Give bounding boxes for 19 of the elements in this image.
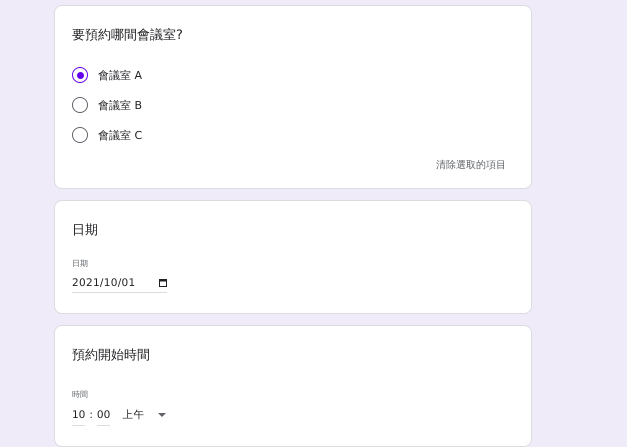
hour-field[interactable]: 10 [72,409,86,426]
field-label: 日期 [72,258,88,269]
question-title: 要預約哪間會議室? [72,27,183,44]
question-title: 預約開始時間 [72,347,150,364]
option-label[interactable]: 會議室 B [98,98,142,112]
date-field[interactable]: 2021/10/01 [72,277,167,293]
field-label: 時間 [72,389,88,400]
option-label[interactable]: 會議室 C [98,128,142,142]
period-dropdown[interactable]: 上午 [122,408,144,422]
caret-icon[interactable] [158,413,166,417]
radio-button[interactable] [72,97,88,113]
minute-field[interactable]: 00 [96,409,110,426]
calendar-icon[interactable] [159,279,167,287]
clear-selection-button[interactable]: 清除選取的項目 [436,158,506,172]
option-label[interactable]: 會議室 A [98,68,142,82]
radio-button[interactable] [72,127,88,143]
radio-button[interactable] [72,67,88,83]
question-title: 日期 [72,222,98,239]
time-separator: : [89,409,93,423]
